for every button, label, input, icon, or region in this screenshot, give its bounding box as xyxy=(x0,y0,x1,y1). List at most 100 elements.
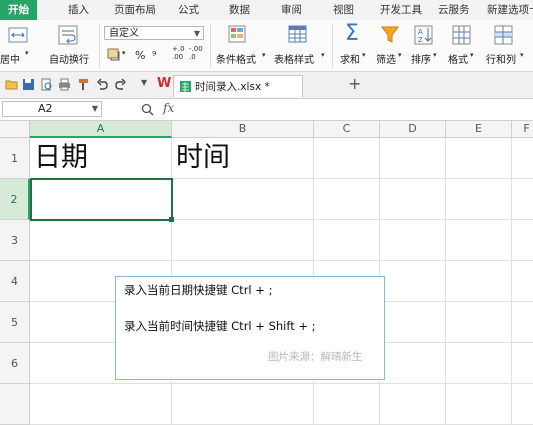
table-style-label[interactable]: 表格样式 xyxy=(274,51,314,66)
column-header-d[interactable]: D xyxy=(380,121,446,138)
rows-columns-icon[interactable] xyxy=(494,24,514,46)
grid-cell[interactable] xyxy=(446,138,512,179)
tab-page-layout[interactable]: 页面布局 xyxy=(114,0,156,20)
column-header-e[interactable]: E xyxy=(446,121,512,138)
grid-cell[interactable] xyxy=(380,220,446,261)
grid-cell[interactable] xyxy=(512,261,533,302)
name-box[interactable]: A2 ▼ xyxy=(2,101,102,117)
grid-cell[interactable] xyxy=(512,384,533,425)
merge-center-icon[interactable] xyxy=(8,24,28,46)
grid-cell[interactable] xyxy=(30,220,172,261)
column-header-a[interactable]: A xyxy=(30,121,172,138)
grid-cell[interactable] xyxy=(512,138,533,179)
grid-cell[interactable] xyxy=(512,220,533,261)
active-cell-a2[interactable] xyxy=(30,178,173,221)
format-painter-icon[interactable] xyxy=(77,78,90,91)
percent-button[interactable]: % xyxy=(135,49,145,62)
cell-b1[interactable]: 时间 xyxy=(172,138,314,179)
thousands-separator-button[interactable]: ⁹ xyxy=(152,49,156,62)
undo-icon[interactable] xyxy=(96,78,109,91)
grid-cell[interactable] xyxy=(446,384,512,425)
tab-cloud[interactable]: 云服务 xyxy=(438,0,470,20)
rows-columns-label[interactable]: 行和列 xyxy=(486,51,516,66)
tab-review[interactable]: 审阅 xyxy=(281,0,302,20)
increase-decimal-button[interactable]: +.0 .00 xyxy=(172,45,185,61)
grid-cell[interactable] xyxy=(380,179,446,220)
format-icon[interactable] xyxy=(452,24,472,46)
grid-cell[interactable] xyxy=(30,384,172,425)
format-label[interactable]: 格式 xyxy=(448,51,468,66)
sum-icon[interactable]: Σ xyxy=(345,21,359,46)
column-header-f[interactable]: F xyxy=(512,121,533,138)
decrease-decimal-button[interactable]: -.00 .0 xyxy=(189,45,203,61)
sort-label[interactable]: 排序 xyxy=(411,51,431,66)
cell-a1[interactable]: 日期 xyxy=(30,138,172,179)
chevron-down-icon[interactable]: ▾ xyxy=(433,51,437,59)
chevron-down-icon[interactable]: ▾ xyxy=(122,49,126,57)
grid-cell[interactable] xyxy=(446,302,512,343)
column-header-b[interactable]: B xyxy=(172,121,314,138)
chevron-down-icon[interactable]: ▾ xyxy=(362,51,366,59)
merge-center-label[interactable]: 居中 xyxy=(0,51,20,66)
conditional-format-icon[interactable] xyxy=(228,24,248,46)
wps-logo-icon[interactable]: W xyxy=(157,77,171,91)
grid-cell[interactable] xyxy=(380,384,446,425)
chevron-down-icon[interactable]: ▾ xyxy=(520,51,524,59)
print-preview-icon[interactable] xyxy=(40,78,53,91)
grid-cell[interactable] xyxy=(446,261,512,302)
chevron-down-icon[interactable]: ▾ xyxy=(262,51,266,59)
tab-developer[interactable]: 开发工具 xyxy=(380,0,422,20)
grid-cell[interactable] xyxy=(446,343,512,384)
new-tab-button[interactable]: + xyxy=(348,74,361,93)
grid-cell[interactable] xyxy=(512,343,533,384)
currency-format-icon[interactable] xyxy=(107,47,121,61)
tab-data[interactable]: 数据 xyxy=(229,0,250,20)
save-icon[interactable] xyxy=(22,78,35,91)
tab-new-tab[interactable]: 新建选项卡 xyxy=(487,0,533,20)
sort-icon[interactable]: A Z xyxy=(414,24,434,46)
row-header-2[interactable]: 2 xyxy=(0,179,30,220)
filter-label[interactable]: 筛选 xyxy=(376,51,396,66)
select-all-corner[interactable] xyxy=(0,121,30,138)
chevron-down-icon[interactable]: ▾ xyxy=(470,51,474,59)
tab-formulas[interactable]: 公式 xyxy=(178,0,199,20)
grid-cell[interactable] xyxy=(172,384,314,425)
grid-cell[interactable] xyxy=(380,261,446,302)
row-header-1[interactable]: 1 xyxy=(0,138,30,179)
chevron-down-icon[interactable]: ▾ xyxy=(398,51,402,59)
tab-view[interactable]: 视图 xyxy=(333,0,354,20)
grid-cell[interactable] xyxy=(446,179,512,220)
tab-home[interactable]: 开始 xyxy=(0,0,37,20)
grid-cell[interactable] xyxy=(172,179,314,220)
fill-handle[interactable] xyxy=(169,217,174,222)
chevron-down-icon[interactable]: ▼ xyxy=(141,78,147,87)
wrap-text-label[interactable]: 自动换行 xyxy=(49,51,89,66)
row-header-3[interactable]: 3 xyxy=(0,220,30,261)
open-folder-icon[interactable] xyxy=(5,78,18,91)
column-header-c[interactable]: C xyxy=(314,121,380,138)
grid-cell[interactable] xyxy=(512,302,533,343)
row-header-6[interactable]: 6 xyxy=(0,343,30,384)
grid-cell[interactable] xyxy=(172,220,314,261)
sum-label[interactable]: 求和 xyxy=(340,51,360,66)
formula-input[interactable] xyxy=(190,101,533,119)
grid-cell[interactable] xyxy=(380,138,446,179)
zoom-icon[interactable] xyxy=(141,103,154,116)
row-header-5[interactable]: 5 xyxy=(0,302,30,343)
wrap-text-icon[interactable] xyxy=(58,24,78,46)
grid-cell[interactable] xyxy=(446,220,512,261)
table-style-icon[interactable] xyxy=(288,24,308,46)
grid-cell[interactable] xyxy=(380,302,446,343)
number-format-select[interactable]: 自定义 ▼ xyxy=(104,26,204,40)
grid-cell[interactable] xyxy=(314,179,380,220)
insert-function-button[interactable]: fx xyxy=(163,101,174,115)
redo-icon[interactable] xyxy=(114,78,127,91)
grid-cell[interactable] xyxy=(380,343,446,384)
print-icon[interactable] xyxy=(58,78,71,91)
grid-cell[interactable] xyxy=(314,220,380,261)
grid-cell[interactable] xyxy=(314,138,380,179)
document-tab[interactable]: 时间录入.xlsx * xyxy=(173,75,303,97)
chevron-down-icon[interactable]: ▾ xyxy=(25,49,29,57)
row-header-4[interactable]: 4 xyxy=(0,261,30,302)
filter-icon[interactable] xyxy=(380,24,400,46)
